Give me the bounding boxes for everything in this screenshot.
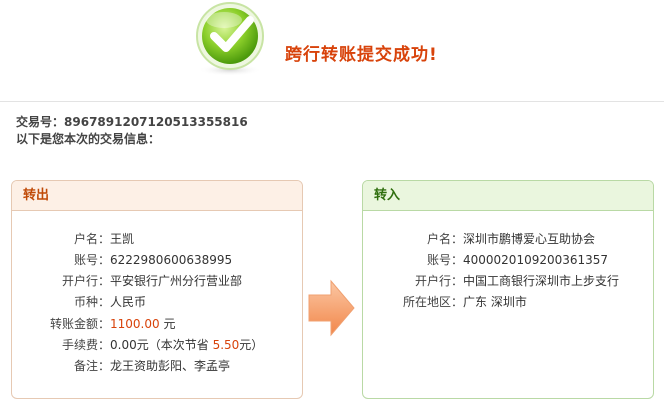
out-fee-value: 0.00元 <box>110 338 149 352</box>
out-name-label: 户名： <box>73 232 110 246</box>
arrow-right-icon <box>307 279 356 337</box>
in-account-value: 4000020109200361357 <box>463 253 609 267</box>
out-currency-label: 币种： <box>73 295 110 309</box>
out-saving-prefix: （本次节省 <box>148 338 209 352</box>
transfer-out-panel: 转出 户名： 王凯 账号： 6222980600638995 开户行： 平安银行… <box>11 180 303 399</box>
out-currency-value: 人民币 <box>110 295 147 309</box>
check-success-icon <box>190 0 274 78</box>
divider <box>0 101 664 102</box>
out-bank-label: 开户行： <box>61 274 110 288</box>
transaction-number-value: 8967891207120513355816 <box>64 115 248 129</box>
out-name-value: 王凯 <box>110 232 135 246</box>
success-title: 跨行转账提交成功! <box>285 45 438 65</box>
out-note-value: 龙王资助彭阳、李孟亭 <box>110 359 231 373</box>
in-bank-value: 中国工商银行深圳市上步支行 <box>463 274 620 288</box>
transfer-in-title: 转入 <box>363 181 653 211</box>
transaction-info-text: 以下是您本次的交易信息： <box>16 132 161 146</box>
in-name-label: 户名： <box>426 232 463 246</box>
out-account-value: 6222980600638995 <box>110 253 233 267</box>
out-bank-value: 平安银行广州分行营业部 <box>110 274 243 288</box>
in-name-value: 深圳市鹏博爱心互助协会 <box>463 232 596 246</box>
out-saving-value: 5.50 <box>212 338 240 352</box>
transaction-number-label: 交易号： <box>16 115 65 129</box>
out-amount-unit: 元 <box>163 317 176 331</box>
transfer-out-title: 转出 <box>12 181 302 211</box>
out-amount: 1100.00 元 <box>110 317 175 331</box>
transaction-number: 交易号：8967891207120513355816 <box>16 113 248 130</box>
out-account-label: 账号： <box>73 253 110 267</box>
transfer-in-panel: 转入 户名： 深圳市鹏博爱心互助协会 账号： 40000201092003613… <box>362 180 654 399</box>
out-amount-value: 1100.00 <box>110 317 160 331</box>
out-fee: 0.00元（本次节省 5.50元） <box>110 338 263 352</box>
out-note-label: 备注： <box>73 359 110 373</box>
out-amount-label: 转账金额： <box>49 317 110 331</box>
out-fee-label: 手续费： <box>61 338 110 352</box>
out-saving-suffix: 元） <box>239 338 264 352</box>
in-bank-label: 开户行： <box>414 274 463 288</box>
in-account-label: 账号： <box>426 253 463 267</box>
in-region-label: 所在地区： <box>402 295 463 309</box>
in-region-value: 广东 深圳市 <box>463 295 527 309</box>
